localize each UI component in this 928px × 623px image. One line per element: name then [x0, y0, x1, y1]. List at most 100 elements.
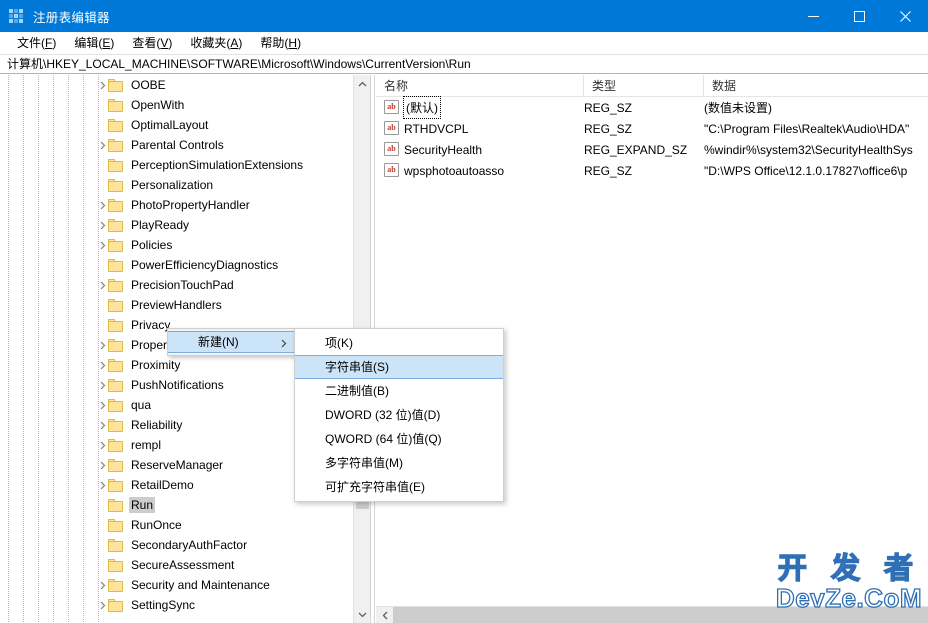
folder-icon [108, 519, 123, 532]
tree-item-photopropertyhandler[interactable]: PhotoPropertyHandler [0, 195, 352, 215]
tree-item-security-and-maintenance[interactable]: Security and Maintenance [0, 575, 352, 595]
folder-icon [108, 479, 123, 492]
value-data: (数值未设置) [704, 97, 928, 118]
folder-icon [108, 419, 123, 432]
submenu-item-4[interactable]: QWORD (64 位)值(Q) [295, 427, 503, 451]
tree-item-label: PlayReady [129, 217, 191, 233]
tree-item-label: PowerEfficiencyDiagnostics [129, 257, 280, 273]
tree-scroll-up-arrow[interactable] [354, 75, 370, 92]
tree-item-label: PerceptionSimulationExtensions [129, 157, 305, 173]
tree-item-label: ReserveManager [129, 457, 225, 473]
folder-icon [108, 119, 123, 132]
window-controls [790, 0, 928, 32]
folder-icon [108, 179, 123, 192]
registry-value-row[interactable]: abwpsphotoautoassoREG_SZ"D:\WPS Office\1… [376, 160, 928, 181]
submenu-item-label: 多字符串值(M) [325, 456, 403, 470]
folder-icon [108, 139, 123, 152]
folder-icon [108, 539, 123, 552]
string-value-icon: ab [384, 163, 399, 177]
tree-item-runonce[interactable]: RunOnce [0, 515, 352, 535]
tree-item-label: RunOnce [129, 517, 184, 533]
list-scroll-left-arrow[interactable] [376, 607, 393, 623]
tree-item-secondaryauthfactor[interactable]: SecondaryAuthFactor [0, 535, 352, 555]
folder-icon [108, 379, 123, 392]
tree-item-parental-controls[interactable]: Parental Controls [0, 135, 352, 155]
submenu-item-5[interactable]: 多字符串值(M) [295, 451, 503, 475]
tree-item-label: OpenWith [129, 97, 186, 113]
tree-item-previewhandlers[interactable]: PreviewHandlers [0, 295, 352, 315]
tree-item-perceptionsimulationextensions[interactable]: PerceptionSimulationExtensions [0, 155, 352, 175]
tree-item-label: SecondaryAuthFactor [129, 537, 249, 553]
registry-value-row[interactable]: abSecurityHealthREG_EXPAND_SZ%windir%\sy… [376, 139, 928, 160]
submenu-item-label: DWORD (32 位)值(D) [325, 408, 440, 422]
tree-item-label: RetailDemo [129, 477, 196, 493]
folder-icon [108, 199, 123, 212]
title-bar: 注册表编辑器 [0, 0, 928, 32]
string-value-icon: ab [384, 142, 399, 156]
tree-item-oobe[interactable]: OOBE [0, 75, 352, 95]
tree-item-label: OptimalLayout [129, 117, 210, 133]
folder-icon [108, 439, 123, 452]
close-button[interactable] [882, 0, 928, 32]
submenu-item-3[interactable]: DWORD (32 位)值(D) [295, 403, 503, 427]
list-horizontal-scrollbar[interactable] [376, 606, 928, 623]
value-name: SecurityHealth [404, 139, 482, 160]
list-scroll-track[interactable] [393, 607, 928, 623]
folder-icon [108, 159, 123, 172]
registry-value-row[interactable]: ab(默认)REG_SZ(数值未设置) [376, 97, 928, 118]
value-name: (默认) [404, 97, 440, 118]
folder-icon [108, 399, 123, 412]
menu-edit[interactable]: 编辑(E) [65, 34, 123, 52]
column-header-data[interactable]: 数据 [704, 75, 928, 97]
context-menu-item-new-label: 新建(N) [198, 335, 239, 349]
registry-path: 计算机\HKEY_LOCAL_MACHINE\SOFTWARE\Microsof… [7, 57, 471, 71]
tree-item-settingsync[interactable]: SettingSync [0, 595, 352, 615]
folder-icon [108, 239, 123, 252]
value-name: RTHDVCPL [404, 118, 468, 139]
tree-item-label: SettingSync [129, 597, 197, 613]
tree-item-powerefficiencydiagnostics[interactable]: PowerEfficiencyDiagnostics [0, 255, 352, 275]
submenu-item-6[interactable]: 可扩充字符串值(E) [295, 475, 503, 499]
tree-item-personalization[interactable]: Personalization [0, 175, 352, 195]
tree-item-label: PushNotifications [129, 377, 226, 393]
tree-item-openwith[interactable]: OpenWith [0, 95, 352, 115]
main-content: OOBE OpenWith OptimalLayout Parental Contro… [0, 75, 928, 623]
tree-item-secureassessment[interactable]: SecureAssessment [0, 555, 352, 575]
tree-item-optimallayout[interactable]: OptimalLayout [0, 115, 352, 135]
menu-view[interactable]: 查看(V) [123, 34, 181, 52]
submenu-item-label: QWORD (64 位)值(Q) [325, 432, 442, 446]
tree-item-label: Policies [129, 237, 174, 253]
folder-icon [108, 459, 123, 472]
column-header-name[interactable]: 名称 [376, 75, 584, 97]
submenu-item-2[interactable]: 二进制值(B) [295, 379, 503, 403]
menu-favorites[interactable]: 收藏夹(A) [181, 34, 251, 52]
tree-scroll-down-arrow[interactable] [354, 606, 370, 623]
folder-icon [108, 579, 123, 592]
value-name: wpsphotoautoasso [404, 160, 504, 181]
menu-help[interactable]: 帮助(H) [251, 34, 310, 52]
new-value-submenu: 项(K) 字符串值(S) 二进制值(B) DWORD (32 位)值(D) QWORD … [294, 328, 504, 502]
submenu-item-1[interactable]: 字符串值(S) [295, 355, 503, 379]
folder-icon [108, 99, 123, 112]
registry-value-row[interactable]: abRTHDVCPLREG_SZ"C:\Program Files\Realte… [376, 118, 928, 139]
column-header-type[interactable]: 类型 [584, 75, 704, 97]
tree-item-label: qua [129, 397, 153, 413]
address-bar[interactable]: 计算机\HKEY_LOCAL_MACHINE\SOFTWARE\Microsof… [0, 54, 928, 74]
folder-icon [108, 339, 123, 352]
value-type: REG_SZ [584, 97, 632, 118]
maximize-button[interactable] [836, 0, 882, 32]
tree-item-label: OOBE [129, 77, 168, 93]
tree-item-precisiontouchpad[interactable]: PrecisionTouchPad [0, 275, 352, 295]
menu-file[interactable]: 文件(F) [8, 34, 65, 52]
window-title: 注册表编辑器 [33, 7, 110, 26]
folder-icon [108, 299, 123, 312]
folder-icon [108, 279, 123, 292]
folder-icon [108, 499, 123, 512]
tree-item-playready[interactable]: PlayReady [0, 215, 352, 235]
minimize-button[interactable] [790, 0, 836, 32]
context-menu-item-new[interactable]: 新建(N) [168, 331, 296, 353]
submenu-item-label: 字符串值(S) [325, 360, 389, 374]
tree-item-policies[interactable]: Policies [0, 235, 352, 255]
folder-icon [108, 219, 123, 232]
submenu-item-0[interactable]: 项(K) [295, 331, 503, 355]
